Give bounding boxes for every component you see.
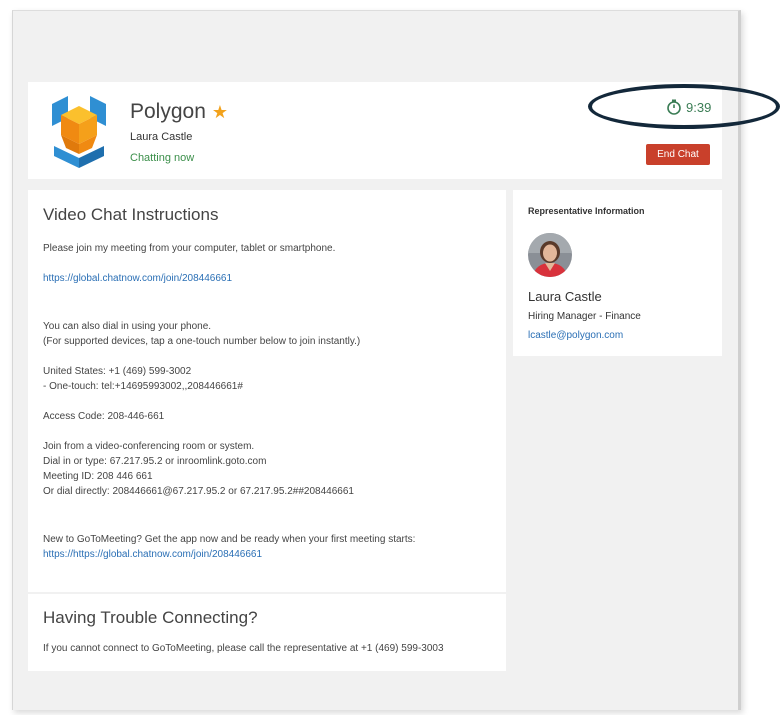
company-line: Polygon ★ — [130, 100, 228, 124]
star-icon[interactable]: ★ — [212, 103, 228, 121]
instructions-title: Video Chat Instructions — [43, 205, 219, 224]
trouble-title: Having Trouble Connecting? — [43, 608, 258, 627]
rep-name: Laura Castle — [528, 289, 602, 304]
access-code: Access Code: 208-446-661 — [43, 411, 165, 422]
end-chat-button[interactable]: End Chat — [646, 144, 710, 165]
dial-line-2: (For supported devices, tap a one-touch … — [43, 336, 361, 347]
meeting-id: Meeting ID: 208 446 661 — [43, 471, 153, 482]
trouble-text: If you cannot connect to GoToMeeting, pl… — [43, 643, 444, 654]
company-name: Polygon — [130, 100, 206, 123]
room-line-4: Or dial directly: 208446661@67.217.95.2 … — [43, 486, 354, 497]
app-link[interactable]: https://https://global.chatnow.com/join/… — [43, 549, 262, 560]
trouble-connecting-card: Having Trouble Connecting? If you cannot… — [28, 594, 506, 671]
video-chat-instructions-card: Video Chat Instructions Please join my m… — [28, 190, 506, 592]
dial-line-1: You can also dial in using your phone. — [43, 321, 212, 332]
avatar — [528, 233, 572, 277]
join-link[interactable]: https://global.chatnow.com/join/20844666… — [43, 273, 232, 284]
rep-role: Hiring Manager - Finance — [528, 311, 641, 322]
rep-info-title: Representative Information — [528, 206, 645, 216]
instructions-intro: Please join my meeting from your compute… — [43, 243, 336, 254]
polygon-logo-icon — [52, 96, 106, 168]
room-line-2: Dial in or type: 67.217.95.2 or inroomli… — [43, 456, 267, 467]
new-to-gotomeeting: New to GoToMeeting? Get the app now and … — [43, 534, 416, 560]
highlight-oval — [588, 84, 780, 129]
one-touch-number: - One-touch: tel:+14695993002,,208446661… — [43, 381, 243, 392]
rep-email-link[interactable]: lcastle@polygon.com — [528, 330, 623, 341]
representative-info-card: Representative Information Laura Castle … — [513, 190, 722, 356]
chat-status: Chatting now — [130, 152, 195, 164]
us-phone-number: United States: +1 (469) 599-3002 — [43, 366, 192, 377]
header-rep-name: Laura Castle — [130, 131, 193, 143]
room-line-1: Join from a video-conferencing room or s… — [43, 441, 255, 452]
